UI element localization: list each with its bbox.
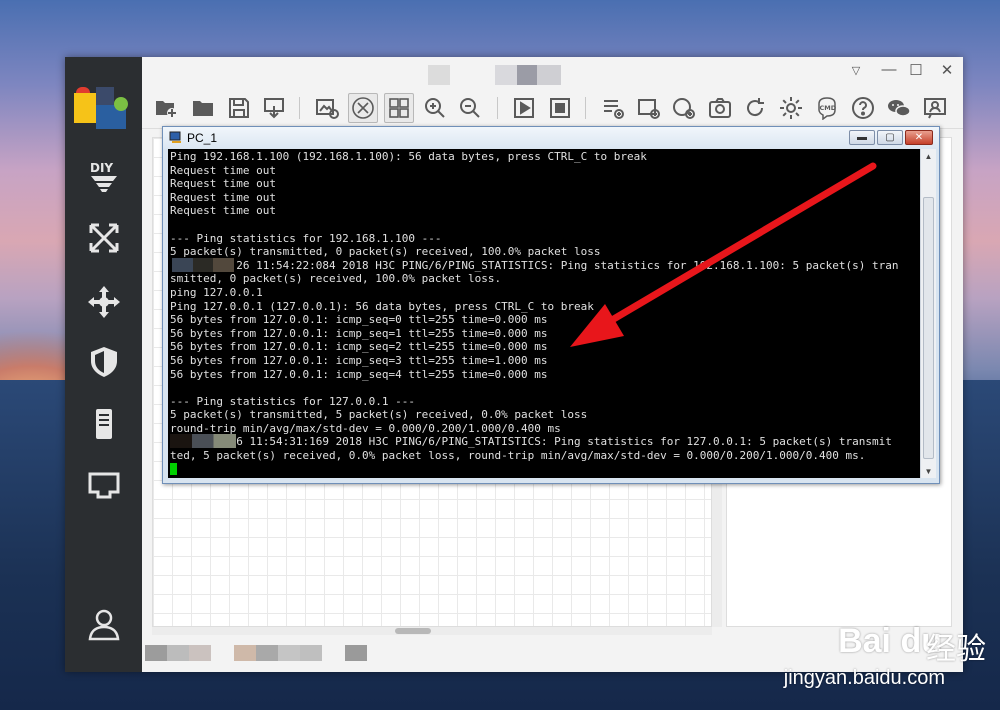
server-icon[interactable] [85,405,123,443]
scroll-down-icon[interactable]: ▼ [921,464,936,478]
tab-placeholder[interactable] [537,65,561,85]
diy-icon[interactable]: DIY [85,157,123,195]
scrollbar-thumb[interactable] [923,197,934,459]
play-icon[interactable] [509,93,539,123]
zoom-out-icon[interactable] [455,93,485,123]
scroll-up-icon[interactable]: ▲ [921,149,936,163]
filter-dropdown-button[interactable]: ▽ [845,64,867,77]
zoom-in-icon[interactable] [420,93,450,123]
minimize-button[interactable]: — [878,61,900,78]
wechat-icon[interactable] [884,93,914,123]
folder-icon[interactable] [188,93,218,123]
pc-window-title: PC_1 [187,131,218,145]
maximize-button[interactable]: ☐ [905,61,927,79]
tab-placeholder[interactable] [428,65,450,85]
save-icon[interactable] [224,93,254,123]
open-folder-add-icon[interactable] [151,93,181,123]
watermark-cn: 经验 [926,633,986,666]
terminal-cursor [170,462,177,475]
app-logo [74,87,132,131]
pc-vertical-scrollbar[interactable]: ▲ ▼ [920,149,936,478]
scrollbar-thumb[interactable] [395,628,431,634]
title-bar: ▽ — ☐ ✕ [142,57,963,87]
circle-add-icon[interactable] [669,93,699,123]
refresh-icon[interactable] [740,93,770,123]
status-pixelated [145,645,167,661]
svg-text:CMD: CMD [820,104,837,112]
status-pixelated [278,645,300,661]
help-icon[interactable] [848,93,878,123]
redacted-timestamp [170,434,236,448]
toolbar: CMD [142,87,963,129]
camera-icon[interactable] [705,93,735,123]
pc-minimize-button[interactable]: ▬ [849,130,875,145]
pc-maximize-button[interactable]: ▢ [877,130,903,145]
shuffle-icon[interactable] [85,219,123,257]
pc-close-button[interactable]: ✕ [905,130,933,145]
move-icon[interactable] [85,283,123,321]
redacted-timestamp [172,258,234,272]
watermark-url: jingyan.baidu.com [783,667,945,689]
network-port-icon[interactable] [85,467,123,505]
pc-console-window: PC_1 ▬ ▢ ✕ Ping 192.168.1.100 (192.168.1… [162,126,940,484]
terminal-text: Ping 192.168.1.100 (192.168.1.100): 56 d… [170,150,898,476]
sidebar: DIY [65,57,142,672]
grid-icon[interactable] [384,93,414,123]
gear-icon[interactable] [776,93,806,123]
pc-icon [169,131,181,143]
window-add-icon[interactable] [634,93,664,123]
stop-icon[interactable] [545,93,575,123]
export-icon[interactable] [259,93,289,123]
status-pixelated [345,645,367,661]
network-view-icon[interactable] [348,93,378,123]
terminal-output[interactable]: Ping 192.168.1.100 (192.168.1.100): 56 d… [168,149,920,478]
status-pixelated [189,645,211,661]
close-button[interactable]: ✕ [936,61,958,79]
status-pixelated [300,645,322,661]
status-pixelated [256,645,278,661]
screenshot-icon[interactable] [312,93,342,123]
tab-placeholder[interactable] [517,65,537,85]
feedback-icon[interactable] [920,93,950,123]
list-add-icon[interactable] [598,93,628,123]
status-pixelated [167,645,189,661]
svg-text:DIY: DIY [90,161,113,175]
cmd-icon[interactable]: CMD [812,93,842,123]
shield-icon[interactable] [85,343,123,381]
canvas-horizontal-scrollbar[interactable] [152,627,712,635]
pc-title-bar[interactable]: PC_1 ▬ ▢ ✕ [163,127,939,149]
status-pixelated [234,645,256,661]
tab-placeholder[interactable] [495,65,517,85]
user-icon[interactable] [85,605,123,643]
